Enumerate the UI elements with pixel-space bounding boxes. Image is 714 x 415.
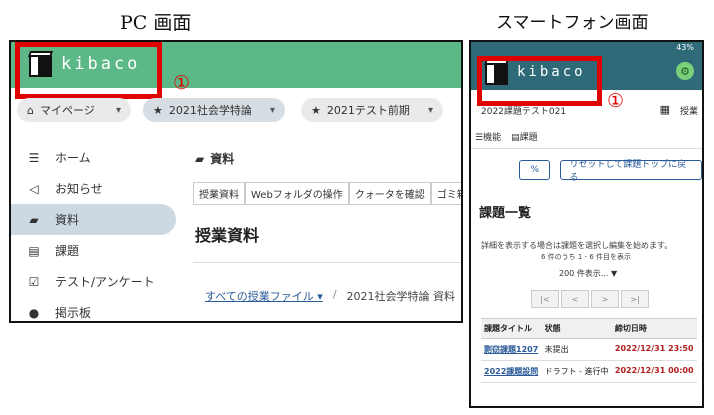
table-row: 剽窃課題1207 未提出 2022/12/31 23:50 bbox=[481, 338, 697, 361]
divider bbox=[193, 262, 461, 263]
assignment-status: ドラフト - 進行中 bbox=[541, 360, 612, 383]
sidebar-item-forums[interactable]: ● 掲示板 bbox=[11, 297, 176, 321]
pc-caption: PC 画面 bbox=[120, 12, 192, 34]
sidebar-item-home[interactable]: ☰ ホーム bbox=[11, 142, 176, 173]
course-menu-label[interactable]: 授業 bbox=[680, 104, 698, 117]
megaphone-icon: ◁ bbox=[29, 181, 39, 196]
term-label: 2021テスト前期 bbox=[326, 104, 410, 117]
list-icon: ☰ bbox=[28, 150, 40, 165]
assignment-title-link[interactable]: 2022課題設問 bbox=[481, 360, 542, 383]
assignment-table: 課題タイトル 状態 締切日時 剽窃課題1207 未提出 2022/12/31 2… bbox=[481, 318, 697, 383]
mypage-dropdown[interactable]: ⌂ マイページ ▾ bbox=[17, 98, 131, 122]
column-header[interactable]: 課題タイトル bbox=[481, 318, 542, 339]
course-subheader: 2022課題テスト021 ▦ 授業 bbox=[471, 100, 702, 122]
assignment-status: 未提出 bbox=[541, 338, 612, 361]
term-dropdown[interactable]: ★ 2021テスト前期 ▾ bbox=[301, 98, 443, 122]
assignment-title-link[interactable]: 剽窃課題1207 bbox=[481, 338, 542, 361]
home-icon: ⌂ bbox=[27, 103, 34, 117]
grid-menu-icon[interactable]: ▦ bbox=[660, 103, 670, 116]
course-subtitle: 2022課題テスト021 bbox=[481, 107, 567, 117]
tool-tabs: 授業資料 Webフォルダの操作 クォータを確認 ゴミ箱 bbox=[193, 182, 461, 205]
sidebar-item-assignments[interactable]: ▤ 課題 bbox=[11, 235, 176, 266]
battery-level: 43% bbox=[676, 43, 694, 52]
assignment-due: 2022/12/31 23:50 bbox=[611, 338, 697, 361]
sidebar-item-label: ホーム bbox=[55, 151, 91, 165]
sidebar-item-tests[interactable]: ☑ テスト/アンケート bbox=[11, 266, 176, 297]
tab-quota[interactable]: クォータを確認 bbox=[348, 182, 431, 204]
annotation-number: ① bbox=[173, 72, 191, 94]
next-page-button[interactable]: > bbox=[591, 290, 619, 308]
document-icon: ▤ bbox=[28, 243, 40, 258]
chevron-down-icon: ▾ bbox=[427, 104, 433, 116]
pc-screen: kibaco ① ⌂ マイページ ▾ ★ 2021社会学特論 ▾ ★ 2021テ… bbox=[9, 40, 463, 323]
main-content: ▰資料 授業資料 Webフォルダの操作 クォータを確認 ゴミ箱 授業資料 すべて… bbox=[193, 142, 461, 321]
count-text: 6 件のうち 1 - 6 件目を表示 bbox=[541, 253, 632, 261]
divider bbox=[471, 148, 702, 149]
button-row: % リセットして課題トップに戻る bbox=[519, 160, 702, 183]
table-header-row: 課題タイトル 状態 締切日時 bbox=[481, 318, 697, 339]
instruction-text: 詳細を表示する場合は課題を選択し編集を始めます。 bbox=[481, 241, 673, 250]
list-icon: ☰ bbox=[475, 133, 484, 143]
page-size-select[interactable]: 200 件表示... ▼ bbox=[559, 268, 617, 279]
course-dropdown[interactable]: ★ 2021社会学特論 ▾ bbox=[143, 98, 285, 122]
breadcrumb-separator: / bbox=[332, 288, 337, 301]
function-menu[interactable]: ☰機能 bbox=[475, 130, 501, 143]
chevron-down-icon: ▼ bbox=[611, 269, 618, 278]
status-bar: 43% bbox=[471, 42, 702, 54]
link-button[interactable]: % bbox=[519, 160, 551, 180]
sidebar-item-announcements[interactable]: ◁ お知らせ bbox=[11, 173, 176, 204]
breadcrumb-current: 2021社会学特論 資料 bbox=[346, 290, 456, 303]
highlight-box bbox=[15, 42, 162, 99]
chevron-down-icon: ▾ bbox=[269, 104, 275, 116]
breadcrumb: すべての授業ファイル ▾ / 2021社会学特論 資料 bbox=[205, 288, 455, 304]
tab-web-folder[interactable]: Webフォルダの操作 bbox=[245, 182, 349, 204]
last-page-button[interactable]: >| bbox=[621, 290, 649, 308]
sidebar-item-label: 課題 bbox=[55, 244, 80, 258]
page-title: ▰ 資料 bbox=[195, 152, 235, 166]
prev-page-button[interactable]: < bbox=[561, 290, 589, 308]
star-icon: ★ bbox=[311, 103, 321, 117]
smartphone-screen: 43% kibaco ⚙ ① 2022課題テスト021 ▦ 授業 ☰機能 ▤課題… bbox=[469, 40, 704, 408]
sidebar-item-label: 資料 bbox=[55, 213, 80, 227]
course-nav: ⌂ マイページ ▾ ★ 2021社会学特論 ▾ ★ 2021テスト前期 ▾ bbox=[11, 94, 461, 128]
tab-course-materials[interactable]: 授業資料 bbox=[193, 182, 245, 204]
table-row: 2022課題設問 ドラフト - 進行中 2022/12/31 00:00 bbox=[481, 360, 697, 383]
smartphone-caption: スマートフォン画面 bbox=[496, 13, 649, 33]
sidebar-item-resources[interactable]: ▰ 資料 bbox=[11, 204, 176, 235]
highlight-box bbox=[477, 56, 602, 106]
reset-button[interactable]: リセットして課題トップに戻る bbox=[560, 160, 702, 183]
sidebar-item-label: 掲示板 bbox=[55, 306, 92, 320]
tab-trash[interactable]: ゴミ箱 bbox=[430, 182, 461, 204]
pager: |< < > >| bbox=[531, 290, 651, 308]
chat-icon: ● bbox=[28, 305, 40, 320]
column-header[interactable]: 締切日時 bbox=[611, 318, 697, 339]
tool-row: ☰機能 ▤課題 bbox=[475, 130, 538, 143]
mypage-label: マイページ bbox=[39, 104, 95, 117]
course-label: 2021社会学特論 bbox=[168, 104, 252, 117]
folder-open-icon: ▰ bbox=[195, 152, 205, 166]
sidebar-item-label: テスト/アンケート bbox=[55, 275, 155, 289]
column-header[interactable]: 状態 bbox=[541, 318, 612, 339]
section-title: 授業資料 bbox=[195, 226, 260, 245]
first-page-button[interactable]: |< bbox=[531, 290, 559, 308]
sidebar: ☰ ホーム ◁ お知らせ ▰ 資料 ▤ 課題 ☑ テスト/アンケート ● 掲示板 bbox=[11, 142, 176, 321]
folder-icon: ▰ bbox=[29, 212, 39, 227]
assignment-tool[interactable]: ▤課題 bbox=[511, 130, 538, 143]
settings-icon[interactable]: ⚙ bbox=[676, 62, 694, 80]
star-icon: ★ bbox=[153, 103, 163, 117]
sidebar-item-label: お知らせ bbox=[55, 182, 103, 196]
checkbox-icon: ☑ bbox=[28, 274, 40, 289]
all-files-link[interactable]: すべての授業ファイル ▾ bbox=[205, 288, 323, 304]
assignment-list-title: 課題一覧 bbox=[479, 206, 532, 221]
assignment-due: 2022/12/31 00:00 bbox=[611, 360, 697, 383]
document-icon: ▤ bbox=[511, 133, 520, 143]
chevron-down-icon: ▾ bbox=[115, 104, 121, 116]
